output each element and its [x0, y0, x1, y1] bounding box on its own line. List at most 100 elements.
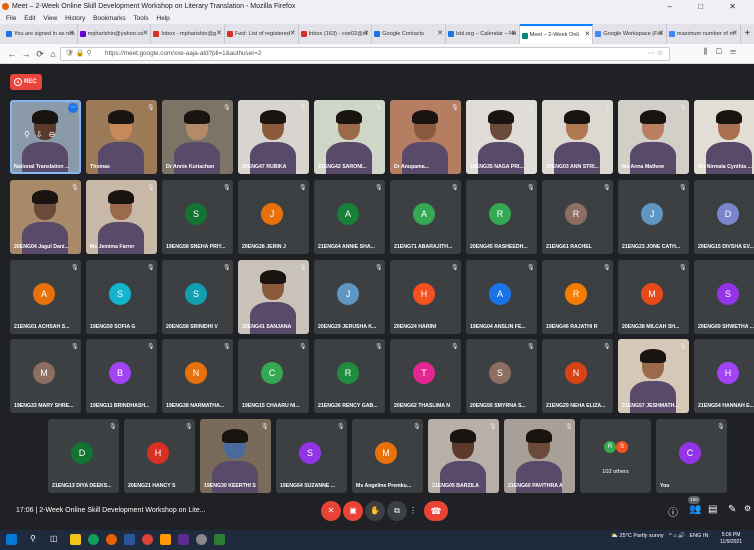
- language-indicator[interactable]: ENG IN: [690, 533, 709, 539]
- participant-tile[interactable]: R S 102 others: [580, 419, 651, 493]
- raise-hand-button[interactable]: ✋: [365, 501, 385, 521]
- tab-close-icon[interactable]: ✕: [437, 24, 443, 44]
- browser-tab[interactable]: maximum number of m ✕: [667, 24, 741, 44]
- participant-tile[interactable]: M 🎙 Ms Angeline Premku...: [352, 419, 423, 493]
- word-icon[interactable]: [124, 534, 135, 545]
- participant-tile[interactable]: R 🎙 21ENG61 RACHEL: [542, 180, 613, 254]
- browser-tab[interactable]: Google Workspace (For ✕: [593, 24, 667, 44]
- tab-close-icon[interactable]: ✕: [142, 24, 148, 44]
- self-view-controls[interactable]: ⚲⇩⊖: [24, 130, 61, 139]
- mic-off-button[interactable]: ✕: [321, 501, 341, 521]
- reload-button[interactable]: ⟳: [34, 47, 46, 61]
- excel-icon[interactable]: [214, 534, 225, 545]
- menu-view[interactable]: View: [43, 15, 57, 22]
- browser-tab[interactable]: Google Contacts ✕: [372, 24, 446, 44]
- participant-tile[interactable]: D 🎙 21ENG13 DIYA DEEKS...: [48, 419, 119, 493]
- participant-tile[interactable]: M 🎙 20ENG38 MILCAH SH...: [618, 260, 689, 334]
- browser-tab[interactable]: Inbox (163) - coe02@st ✕: [299, 24, 373, 44]
- home-icon[interactable]: ⌂: [47, 47, 59, 61]
- participant-tile[interactable]: B 🎙 19ENG11 BRINDHASH...: [86, 339, 157, 413]
- participant-tile[interactable]: 🎙 19ENG35 NAGA PRI...: [466, 100, 537, 174]
- participant-tile[interactable]: C 🎙 19ENG15 CHAARU NI...: [238, 339, 309, 413]
- menu-help[interactable]: Help: [156, 15, 169, 22]
- vlc-icon[interactable]: [160, 534, 171, 545]
- new-tab-button[interactable]: +: [741, 24, 754, 44]
- participant-tile[interactable]: 🎙 21ENG60 PAVITHRA A: [504, 419, 575, 493]
- participant-tile[interactable]: 🎙 Ms Anna Mathew: [618, 100, 689, 174]
- tab-close-icon[interactable]: ✕: [69, 24, 75, 44]
- participant-tile[interactable]: H 🎙 20ENG21 HANCY S: [124, 419, 195, 493]
- participant-tile[interactable]: 🎙 20ENG41 SANJANA: [238, 260, 309, 334]
- edge-icon[interactable]: [88, 534, 99, 545]
- participant-tile[interactable]: 🎙 20ENG03 ANN STRI...: [542, 100, 613, 174]
- menu-bookmarks[interactable]: Bookmarks: [93, 15, 126, 22]
- browser-tab[interactable]: Fwd: List of registered ✕: [225, 24, 299, 44]
- bookmark-star-icon[interactable]: ··· ☆: [648, 48, 663, 60]
- participant-tile[interactable]: J 🎙 21ENG23 JONE CATH...: [618, 180, 689, 254]
- url-bar[interactable]: 🛡 🔒 ⚲ https://meet.google.com/xxe-aaja-a…: [60, 47, 670, 61]
- tab-close-icon[interactable]: ✕: [584, 26, 590, 44]
- browser-tab[interactable]: lsbl.org – Calendar – No ✕: [446, 24, 520, 44]
- participant-tile[interactable]: H🎙21ENG54 HANNAH E...: [694, 339, 754, 413]
- participant-tile[interactable]: 🎙 19ENG30 KEERTHI S: [200, 419, 271, 493]
- tab-close-icon[interactable]: ✕: [290, 24, 296, 44]
- more-options-icon[interactable]: ⋯: [68, 103, 78, 113]
- participant-tile[interactable]: N 🎙 21ENG29 NEHA ELIZA...: [542, 339, 613, 413]
- chat-icon[interactable]: ▤: [708, 504, 717, 515]
- participant-tile[interactable]: C 🎙 You: [656, 419, 727, 493]
- participant-tile[interactable]: R 🎙 19ENG46 RAJATHI R: [542, 260, 613, 334]
- participant-tile[interactable]: 🎙 Dr Anupama...: [390, 100, 461, 174]
- participant-tile[interactable]: 🎙 20ENG04 Jagul Dani...: [10, 180, 81, 254]
- camera-off-button[interactable]: ▣: [343, 501, 363, 521]
- participant-tile[interactable]: 🎙 21ENG42 SARONI...: [314, 100, 385, 174]
- participant-tile[interactable]: R 🎙 20ENG45 RASHEEDH...: [466, 180, 537, 254]
- app-icon[interactable]: [178, 534, 189, 545]
- menu-tools[interactable]: Tools: [133, 15, 148, 22]
- participant-tile[interactable]: J 🎙 20ENG29 JERUSHA K...: [314, 260, 385, 334]
- close-button[interactable]: ✕: [729, 2, 748, 11]
- chrome-icon[interactable]: [142, 534, 153, 545]
- tab-close-icon[interactable]: ✕: [216, 24, 222, 44]
- participant-tile[interactable]: 🎙 20ENG47 RUBIKA: [238, 100, 309, 174]
- search-icon[interactable]: ⚲: [30, 534, 41, 545]
- file-explorer-icon[interactable]: [70, 534, 81, 545]
- host-controls-icon[interactable]: ⚙: [744, 504, 751, 513]
- activities-icon[interactable]: ✎: [728, 504, 736, 515]
- window-controls[interactable]: – □ ✕: [668, 0, 748, 13]
- maximize-button[interactable]: □: [698, 2, 715, 11]
- participant-tile[interactable]: 🎙 Dr Annie Kuriachan: [162, 100, 233, 174]
- participant-tile[interactable]: T 🎙 20ENG62 THASLIMA N: [390, 339, 461, 413]
- site-info-icon[interactable]: 🛡 🔒 ⚲: [65, 48, 92, 60]
- task-view-icon[interactable]: ◫: [50, 534, 61, 545]
- participant-tile[interactable]: S 🎙 20ENG56 SMYRNA S...: [466, 339, 537, 413]
- participant-tile[interactable]: 🎙 21ENG05 BARZILA: [428, 419, 499, 493]
- tab-close-icon[interactable]: ✕: [658, 24, 664, 44]
- participant-tile[interactable]: ⚲⇩⊖ ⋯ National Translation ...: [10, 100, 81, 174]
- participant-tile[interactable]: A 🎙 21ENG64 ANNIE SHA...: [314, 180, 385, 254]
- participant-tile[interactable]: S 🎙 20ENG58 SRINIDHI V: [162, 260, 233, 334]
- forward-button[interactable]: →: [20, 47, 32, 61]
- participant-tile[interactable]: 🎙 Ms Jemima Farrer: [86, 180, 157, 254]
- more-options-button[interactable]: ⋮: [405, 501, 421, 521]
- participant-tile[interactable]: H 🎙 20ENG24 HARINI: [390, 260, 461, 334]
- participant-tile[interactable]: 🎙Ms Nirmala Cynthia ...: [694, 100, 754, 174]
- participant-tile[interactable]: 🎙 Thomas: [86, 100, 157, 174]
- participant-tile[interactable]: A 🎙 21ENG71 ABARAJITH...: [390, 180, 461, 254]
- participant-tile[interactable]: S 🎙 19ENG58 SNEHA PRIY...: [162, 180, 233, 254]
- people-icon[interactable]: 👥: [689, 504, 701, 515]
- browser-tab[interactable]: You are signed in as ncc ✕: [4, 24, 78, 44]
- tab-close-icon[interactable]: ✕: [363, 24, 369, 44]
- tab-close-icon[interactable]: ✕: [732, 24, 738, 44]
- weather-text[interactable]: 25°C Partly sunny: [620, 533, 664, 539]
- minimize-button[interactable]: –: [668, 2, 684, 11]
- tab-close-icon[interactable]: ✕: [511, 24, 517, 44]
- participant-tile[interactable]: S🎙20ENG69 SHWETHA ...: [694, 260, 754, 334]
- participant-tile[interactable]: J 🎙 20ENG28 JERIN J: [238, 180, 309, 254]
- info-icon[interactable]: ⓘ: [668, 504, 678, 519]
- participant-tile[interactable]: 🎙 21ENG57 JESHMATH...: [618, 339, 689, 413]
- clock[interactable]: 5:06 PM 11/9/2021: [720, 532, 742, 546]
- participant-tile[interactable]: S 🎙 19ENG59 SOFIA G: [86, 260, 157, 334]
- start-icon[interactable]: [6, 534, 17, 545]
- participant-tile[interactable]: M 🎙 19ENG33 MARY SHRE...: [10, 339, 81, 413]
- participant-tile[interactable]: A 🎙 19ENG04 ANSLIN FE...: [466, 260, 537, 334]
